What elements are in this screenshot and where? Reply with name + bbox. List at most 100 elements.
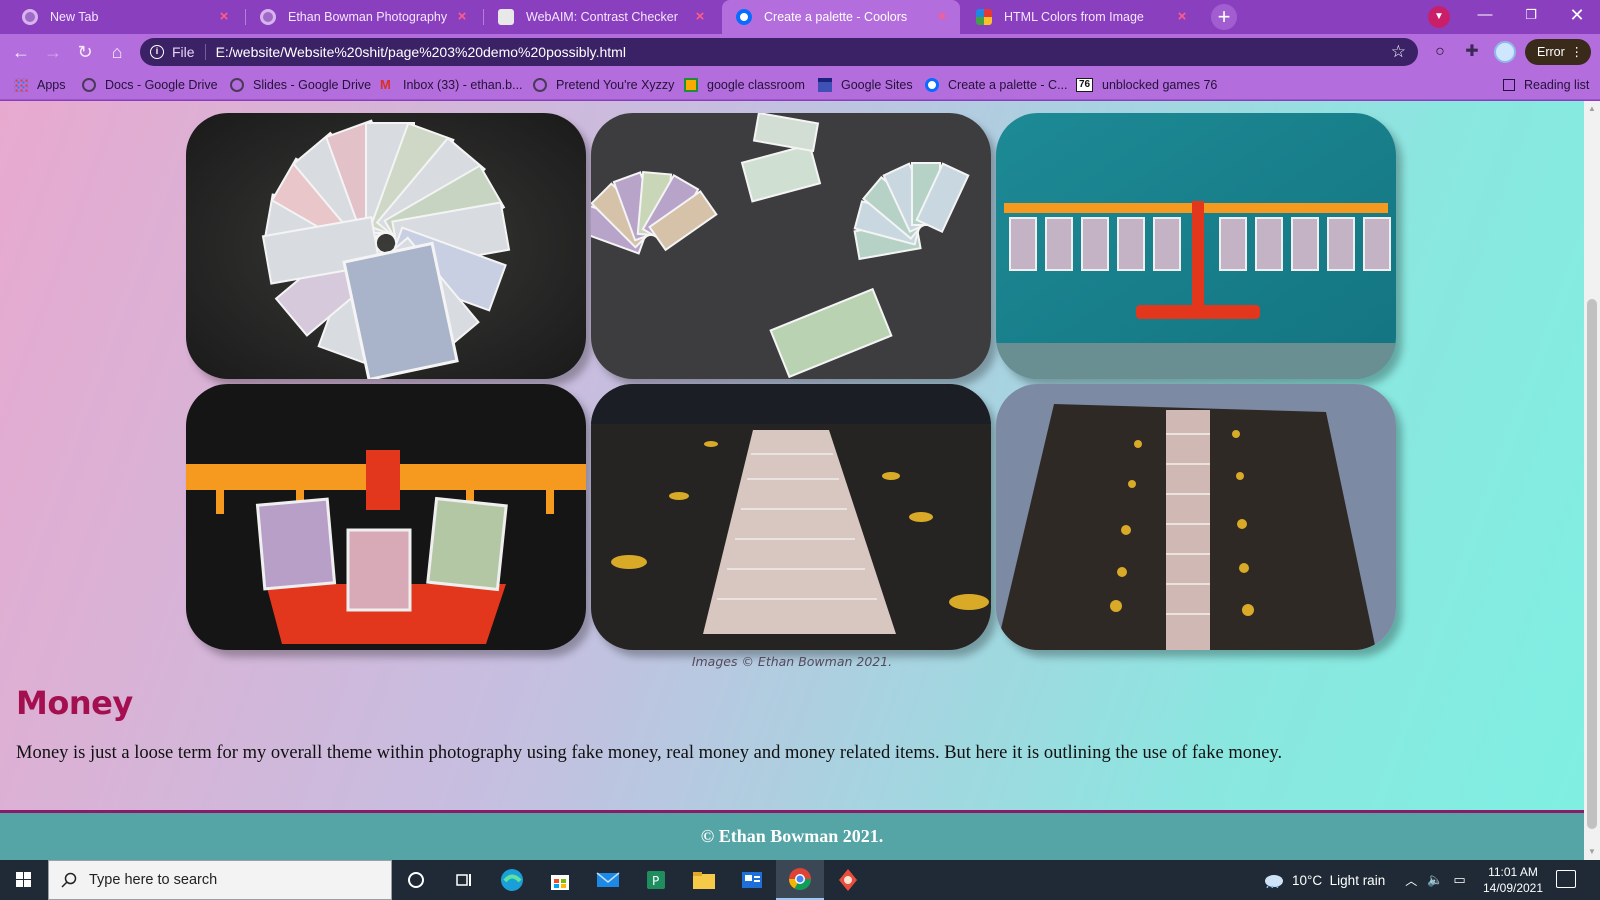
globe-icon — [230, 78, 244, 92]
bookmark-google-sites[interactable]: Google Sites — [818, 70, 913, 100]
taskbar-clock[interactable]: 11:01 AM 14/09/2021 — [1478, 864, 1548, 896]
edge-icon[interactable] — [488, 860, 536, 900]
browser-toolbar: ← → ↻ ⌂ i File E:/website/Website%20shit… — [0, 34, 1600, 70]
close-tab-icon[interactable]: × — [216, 9, 232, 25]
chrome-taskbar-icon[interactable] — [776, 860, 824, 900]
weather-text[interactable]: 10°C Light rain — [1292, 873, 1385, 888]
coolors-icon — [925, 78, 939, 92]
windows-taskbar: Type here to search P 10°C Light rain ︿ … — [0, 860, 1600, 900]
photo-notes-scattered[interactable] — [591, 113, 991, 379]
bookmark-create-a-palette[interactable]: Create a palette - C... — [925, 70, 1068, 100]
tab-html-colors-from-image[interactable]: HTML Colors from Image × — [962, 0, 1200, 34]
bookmark-pretend-youre-xyzzy[interactable]: Pretend You're Xyzzy — [533, 70, 674, 100]
reload-icon[interactable]: ↻ — [72, 39, 98, 65]
network-icon[interactable]: ▭ — [1453, 872, 1465, 888]
photo-notes-fan[interactable] — [186, 113, 586, 379]
new-tab-button[interactable]: + — [1211, 4, 1237, 30]
taskbar-search-box[interactable]: Type here to search — [48, 860, 392, 900]
photo-balance-closeup[interactable] — [186, 384, 586, 650]
publisher-icon[interactable]: P — [632, 860, 680, 900]
address-text[interactable]: E:/website/Website%20shit/page%203%20dem… — [216, 44, 626, 60]
close-tab-icon[interactable]: × — [934, 9, 950, 25]
task-view-icon[interactable] — [440, 860, 488, 900]
paint-3d-icon[interactable] — [824, 860, 872, 900]
footer-copyright: © Ethan Bowman 2021. — [700, 826, 884, 846]
tab-search-icon[interactable]: ▼ — [1428, 6, 1450, 28]
classroom-icon — [684, 78, 698, 92]
extension-circle-icon[interactable]: ○ — [1430, 42, 1450, 62]
photo-notes-scattered-image — [591, 113, 991, 379]
bookmark-slides[interactable]: Slides - Google Drive — [230, 70, 371, 100]
close-tab-icon[interactable]: × — [1174, 9, 1190, 25]
bookmark-unblocked-games[interactable]: 76 unblocked games 76 — [1076, 70, 1217, 100]
notifications-icon[interactable] — [1556, 870, 1576, 888]
bookmark-inbox[interactable]: M Inbox (33) - ethan.b... — [380, 70, 523, 100]
store-icon[interactable] — [536, 860, 584, 900]
tab-new-tab[interactable]: New Tab × — [8, 0, 242, 34]
volume-icon[interactable]: 🔈 — [1427, 872, 1443, 888]
reading-list-button[interactable]: Reading list — [1503, 70, 1589, 100]
avatar[interactable] — [1494, 41, 1516, 63]
mail-icon[interactable] — [584, 860, 632, 900]
system-tray: 10°C Light rain ︿ 🔈 ▭ — [1262, 860, 1466, 900]
news-app-icon[interactable] — [728, 860, 776, 900]
tab-ethan-bowman-photography[interactable]: Ethan Bowman Photography × — [246, 0, 480, 34]
tray-overflow-chevron-icon[interactable]: ︿ — [1405, 872, 1417, 889]
bookmark-label: Google Sites — [841, 78, 913, 92]
globe-icon — [82, 78, 96, 92]
clock-date: 14/09/2021 — [1482, 881, 1544, 895]
clock-time: 11:01 AM — [1488, 865, 1538, 879]
file-explorer-icon[interactable] — [680, 860, 728, 900]
tab-webaim-contrast-checker[interactable]: WebAIM: Contrast Checker × — [484, 0, 718, 34]
cortana-icon[interactable] — [392, 860, 440, 900]
home-icon[interactable]: ⌂ — [104, 39, 130, 65]
photo-notes-row-perspective-image — [591, 384, 991, 650]
page-viewport: Images © Ethan Bowman 2021. Money Money … — [0, 101, 1600, 860]
kebab-menu-icon[interactable]: ⋮ — [1571, 39, 1584, 65]
bookmark-label: Apps — [37, 78, 66, 92]
error-chip[interactable]: Error ⋮ — [1525, 39, 1591, 65]
search-icon — [61, 872, 77, 888]
address-scheme: File — [172, 44, 206, 60]
photo-notes-row-topdown[interactable] — [996, 384, 1396, 650]
bookmark-label: unblocked games 76 — [1102, 78, 1218, 92]
apps-grid-icon — [14, 78, 28, 92]
puzzle-extensions-icon[interactable]: ✚ — [1462, 42, 1482, 62]
scroll-up-arrow-icon[interactable]: ▲ — [1584, 101, 1600, 117]
reading-list-icon — [1503, 79, 1515, 91]
scroll-down-arrow-icon[interactable]: ▼ — [1584, 844, 1600, 860]
weather-cloud-icon — [1265, 875, 1283, 888]
color-wheel-icon — [976, 9, 992, 25]
bookmark-label: Create a palette - C... — [948, 78, 1068, 92]
close-tab-icon[interactable]: × — [454, 9, 470, 25]
photo-gallery — [186, 113, 1398, 650]
search-placeholder: Type here to search — [89, 872, 218, 888]
restore-icon[interactable]: ❐ — [1508, 0, 1554, 30]
bookmark-star-icon[interactable]: ☆ — [1391, 42, 1406, 62]
windows-logo-icon — [16, 872, 31, 887]
forward-arrow-icon[interactable]: → — [40, 39, 66, 65]
photo-balance-teal[interactable] — [996, 113, 1396, 379]
photo-notes-fan-image — [186, 113, 586, 379]
bookmark-docs[interactable]: Docs - Google Drive — [82, 70, 218, 100]
tab-title: Ethan Bowman Photography — [288, 10, 448, 24]
bookmark-label: Slides - Google Drive — [253, 78, 372, 92]
bookmark-apps[interactable]: Apps — [14, 70, 66, 100]
vertical-scrollbar[interactable]: ▲ ▼ — [1584, 101, 1600, 860]
chrome-icon — [22, 9, 38, 25]
scrollbar-thumb[interactable] — [1587, 299, 1597, 829]
bookmark-google-classroom[interactable]: google classroom — [684, 70, 805, 100]
coolors-icon — [736, 9, 752, 25]
photo-notes-row-topdown-image — [996, 384, 1396, 650]
minimize-icon[interactable]: — — [1462, 0, 1508, 30]
site-info-icon[interactable]: i — [150, 45, 164, 59]
address-bar[interactable]: i File E:/website/Website%20shit/page%20… — [140, 38, 1418, 66]
gmail-icon: M — [380, 77, 391, 92]
close-window-icon[interactable]: ✕ — [1554, 0, 1600, 30]
start-button[interactable] — [0, 860, 48, 900]
error-label: Error — [1537, 45, 1565, 59]
tab-create-a-palette[interactable]: Create a palette - Coolors × — [722, 0, 960, 34]
close-tab-icon[interactable]: × — [692, 9, 708, 25]
back-arrow-icon[interactable]: ← — [8, 39, 34, 65]
photo-notes-row-perspective[interactable] — [591, 384, 991, 650]
